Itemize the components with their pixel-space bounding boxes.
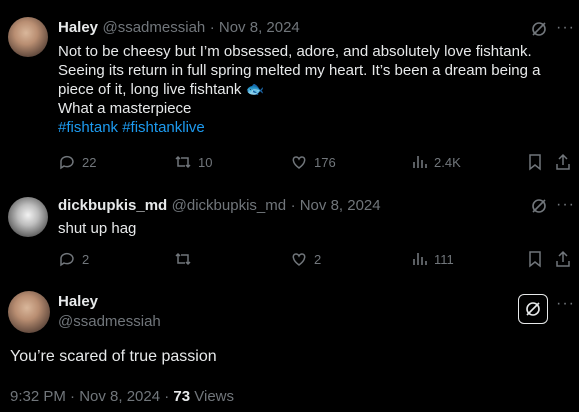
hashtag-link[interactable]: #fishtank <box>58 119 118 136</box>
reply-count: 22 <box>82 154 97 170</box>
tweet-line: What a masterpiece <box>58 100 192 117</box>
share-button[interactable] <box>554 250 572 268</box>
bookmark-button[interactable] <box>526 153 544 171</box>
grok-icon[interactable] <box>530 20 548 43</box>
reply-icon <box>60 155 74 170</box>
tweet-date[interactable]: · Nov 8, 2024 <box>210 19 300 36</box>
avatar[interactable] <box>8 17 48 57</box>
more-icon[interactable]: ··· <box>556 196 575 214</box>
tweet-line: piece of it, long live fishtank 🐟 <box>58 81 265 98</box>
views-icon <box>413 156 427 168</box>
tweet-line: Not to be cheesy but I’m obsessed, adore… <box>58 43 532 60</box>
avatar[interactable] <box>8 291 50 333</box>
like-count: 176 <box>314 154 336 170</box>
repost-count: 10 <box>198 154 213 170</box>
views-label: Views <box>190 388 235 405</box>
author-handle[interactable]: @ssadmessiah <box>102 19 205 36</box>
author-name[interactable]: Haley <box>58 293 161 310</box>
like-button[interactable]: 176 <box>290 153 336 171</box>
more-icon[interactable]: ··· <box>556 19 575 37</box>
grok-icon[interactable] <box>530 197 548 220</box>
like-button[interactable]: 2 <box>290 250 321 268</box>
grok-icon <box>526 302 540 316</box>
views-icon <box>413 253 427 265</box>
repost-button[interactable] <box>174 250 198 268</box>
tweet-actions: 2 2 111 <box>58 250 579 270</box>
bookmark-icon <box>529 154 541 171</box>
hashtag-link[interactable]: #fishtanklive <box>122 119 205 136</box>
author-handle[interactable]: @ssadmessiah <box>58 313 161 330</box>
share-icon <box>556 153 570 170</box>
share-button[interactable] <box>554 153 572 171</box>
tweet-meta: 9:32 PM · Nov 8, 2024 · 73 Views <box>10 388 234 405</box>
bookmark-icon <box>529 251 541 268</box>
author-name[interactable]: dickbupkis_md <box>58 197 167 214</box>
views-count: 73 <box>173 388 191 405</box>
share-icon <box>556 250 570 267</box>
repost-button[interactable]: 10 <box>174 153 212 171</box>
like-icon <box>292 253 306 266</box>
repost-icon <box>175 252 191 266</box>
tweet-timestamp[interactable]: 9:32 PM · Nov 8, 2024 · <box>10 388 173 405</box>
views-button[interactable]: 2.4K <box>410 153 461 171</box>
tweet-line: Seeing its return in full spring melted … <box>58 62 541 79</box>
reply-count: 2 <box>82 251 90 267</box>
reply-button[interactable]: 22 <box>58 153 96 171</box>
author-name[interactable]: Haley <box>58 19 98 36</box>
views-count: 111 <box>434 251 454 267</box>
reply-button[interactable]: 2 <box>58 250 89 268</box>
like-count: 2 <box>314 251 322 267</box>
bookmark-button[interactable] <box>526 250 544 268</box>
grok-button[interactable] <box>518 294 548 324</box>
views-count: 2.4K <box>434 154 461 170</box>
repost-icon <box>175 155 191 169</box>
like-icon <box>292 156 306 169</box>
tweet-actions: 22 10 176 2.4K <box>58 153 579 173</box>
more-icon[interactable]: ··· <box>556 295 575 313</box>
tweet-date[interactable]: · Nov 8, 2024 <box>291 197 381 214</box>
tweet-text: You’re scared of true passion <box>10 348 217 365</box>
hashtags: #fishtank #fishtanklive <box>58 118 540 137</box>
tweet-text: shut up hag <box>58 220 137 237</box>
views-button[interactable]: 111 <box>410 250 454 268</box>
reply-icon <box>60 252 74 267</box>
avatar[interactable] <box>8 197 48 237</box>
tweet-text: Not to be cheesy but I’m obsessed, adore… <box>58 42 540 137</box>
author-handle[interactable]: @dickbupkis_md <box>172 197 286 214</box>
